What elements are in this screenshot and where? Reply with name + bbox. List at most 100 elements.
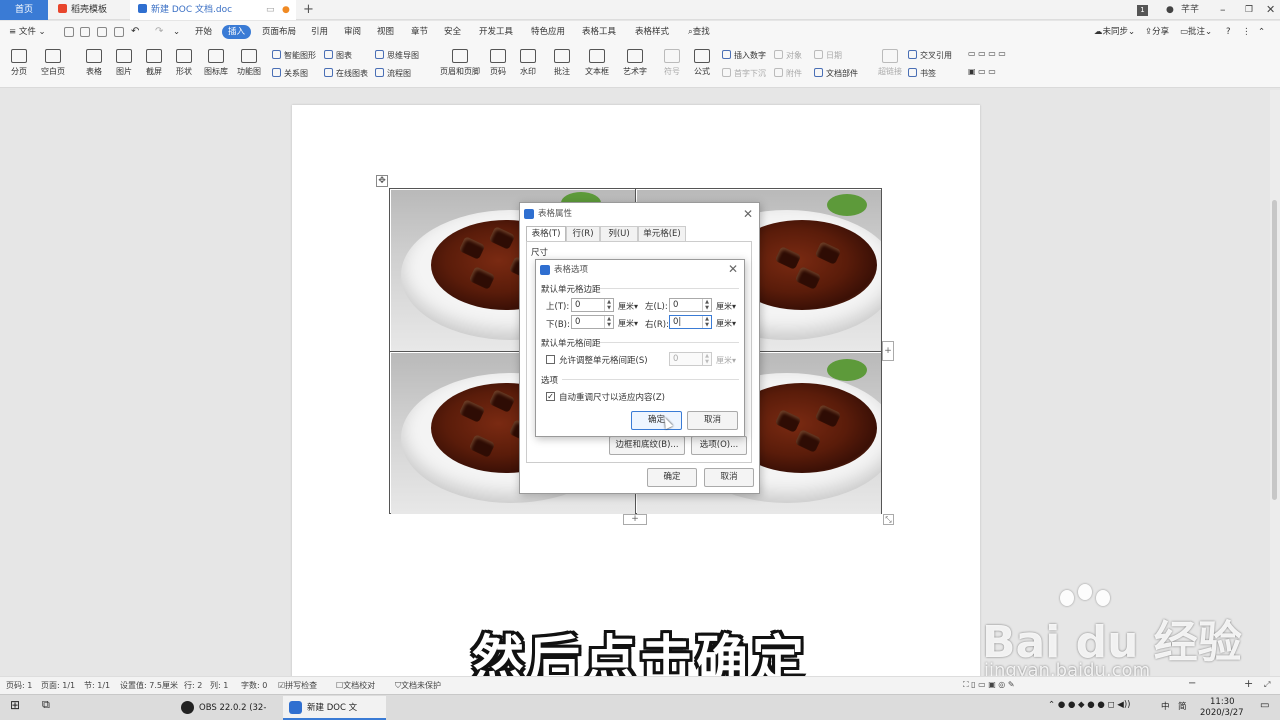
allow-spacing-checkbox[interactable] <box>546 355 555 364</box>
collapse-ribbon-icon[interactable]: ⌃ <box>1258 25 1265 39</box>
new-tab-button[interactable]: + <box>303 0 314 20</box>
restore-icon[interactable]: ❐ <box>1245 0 1253 20</box>
left-margin-input[interactable]: 0 ▲ ▼ <box>669 298 712 312</box>
tab-table[interactable]: 表格(T) <box>526 226 566 242</box>
status-section[interactable]: 节: 1/1 <box>84 680 110 691</box>
spin-arrows-icon[interactable]: ▲ ▼ <box>702 316 711 328</box>
scrollbar-thumb[interactable] <box>1272 200 1277 500</box>
more-icon[interactable]: ⋮ <box>1242 25 1251 39</box>
menu-start[interactable]: 开始 <box>195 25 212 39</box>
menu-table-tools[interactable]: 表格工具 <box>582 25 616 39</box>
tab-column[interactable]: 列(U) <box>600 226 638 242</box>
status-col[interactable]: 列: 1 <box>210 680 228 691</box>
menu-search[interactable]: ⌕查找 <box>688 25 710 39</box>
spacing-input[interactable]: 0 ▲ ▼ <box>669 352 712 366</box>
function-chart-button[interactable]: 功能图 <box>234 49 264 77</box>
tab-template[interactable]: 稻壳模板 <box>50 0 128 20</box>
top-margin-input[interactable]: 0 ▲ ▼ <box>571 298 614 312</box>
flowchart-button[interactable]: 流程图 <box>375 68 411 79</box>
tab-pin-icon[interactable]: ▭ <box>266 0 275 20</box>
table-resize-handle-icon[interactable]: ⤡ <box>883 514 894 525</box>
clock-date[interactable]: 2020/3/27 <box>1200 708 1244 718</box>
picture-button[interactable]: 图片 <box>112 49 136 77</box>
user-name[interactable]: 芊芊 <box>1181 0 1199 20</box>
save-icon[interactable] <box>64 27 74 37</box>
shape-button[interactable]: 形状 <box>172 49 196 77</box>
windows-start-icon[interactable]: ⊞ <box>10 698 20 712</box>
chart-button[interactable]: 图表 <box>324 50 352 61</box>
screenshot-button[interactable]: 截屏 <box>142 49 166 77</box>
notification-badge[interactable]: 1 <box>1137 5 1148 16</box>
blank-page-button[interactable]: 空白页 <box>38 49 68 77</box>
relation-chart-button[interactable]: 关系图 <box>272 68 308 79</box>
help-icon[interactable]: ? <box>1226 25 1231 39</box>
hyperlink-button[interactable]: 超链接 <box>876 49 904 77</box>
comment-menu[interactable]: ▭批注⌄ <box>1180 25 1212 39</box>
status-word-count[interactable]: 字数: 0 <box>241 680 267 691</box>
left-margin-unit[interactable]: 厘米▾ <box>716 301 736 312</box>
header-footer-button[interactable]: 页眉和页脚 <box>438 49 482 77</box>
spell-check[interactable]: ☑拼写检查 <box>278 680 317 691</box>
doc-proofread[interactable]: ☐文档校对 <box>336 680 375 691</box>
sync-status[interactable]: ☁未同步⌄ <box>1094 25 1135 39</box>
print-preview-icon[interactable] <box>114 27 124 37</box>
share-button[interactable]: ⇪分享 <box>1145 25 1169 39</box>
close-icon[interactable]: ✕ <box>1266 0 1275 20</box>
tab-cell[interactable]: 单元格(E) <box>638 226 686 242</box>
view-mode-icons[interactable]: ⛶ ▯ ▭ ▣ ◎ ✎ <box>963 680 1015 690</box>
spin-arrows-icon[interactable]: ▲ ▼ <box>702 353 711 365</box>
online-chart-button[interactable]: 在线图表 <box>324 68 368 79</box>
attachment-button[interactable]: 附件 <box>774 68 802 79</box>
layout-icons-row2[interactable]: ▣ ▭ ▭ <box>968 67 996 76</box>
page-number-button[interactable]: 页码 <box>486 49 510 77</box>
taskbar-obs[interactable]: OBS 22.0.2 (32-bi... <box>175 696 281 720</box>
menu-file[interactable]: ≡ 文件 ⌄ <box>9 25 46 39</box>
clock-time[interactable]: 11:30 <box>1210 697 1235 707</box>
menu-security[interactable]: 安全 <box>444 25 461 39</box>
menu-insert[interactable]: 插入 <box>222 25 252 39</box>
formula-button[interactable]: 公式 <box>690 49 714 77</box>
insert-number-button[interactable]: 插入数字 <box>722 50 766 61</box>
taskbar-wps[interactable]: 新建 DOC 文档.do... <box>283 696 386 720</box>
date-button[interactable]: 日期 <box>814 50 842 61</box>
menu-view[interactable]: 视图 <box>377 25 394 39</box>
options-button[interactable]: 选项(O)... <box>691 436 747 455</box>
fullscreen-icon[interactable]: ⤢ <box>1264 680 1270 690</box>
top-margin-unit[interactable]: 厘米▾ <box>618 301 638 312</box>
options-ok-button[interactable]: 确定 <box>631 411 682 430</box>
tab-row[interactable]: 行(R) <box>566 226 600 242</box>
symbol-button[interactable]: 符号 <box>660 49 684 77</box>
add-row-button[interactable]: + <box>623 514 647 525</box>
borders-shading-button[interactable]: 边框和底纹(B)... <box>609 436 685 455</box>
layout-icons-row1[interactable]: ▭ ▭ ▭ ▭ <box>968 49 1006 58</box>
minimize-icon[interactable]: – <box>1220 0 1226 20</box>
bookmark-button[interactable]: 书签 <box>908 68 936 79</box>
menu-review[interactable]: 审阅 <box>344 25 361 39</box>
spin-arrows-icon[interactable]: ▲ ▼ <box>604 316 613 328</box>
menu-dev-tools[interactable]: 开发工具 <box>479 25 513 39</box>
redo-icon[interactable]: ↷ <box>155 25 163 39</box>
textbox-button[interactable]: 文本框 <box>583 49 611 77</box>
annotation-button[interactable]: 批注 <box>551 49 573 77</box>
spin-arrows-icon[interactable]: ▲ ▼ <box>702 299 711 311</box>
page-break-button[interactable]: 分页 <box>8 49 30 77</box>
menu-features[interactable]: 特色应用 <box>531 25 565 39</box>
cross-reference-button[interactable]: 交叉引用 <box>908 50 952 61</box>
wordart-button[interactable]: 艺术字 <box>620 49 650 77</box>
bottom-margin-input[interactable]: 0 ▲ ▼ <box>571 315 614 329</box>
task-view-icon[interactable]: ⧉ <box>42 698 50 712</box>
notification-center-icon[interactable]: ▭ <box>1260 700 1269 711</box>
close-icon[interactable]: ✕ <box>728 259 738 279</box>
object-button[interactable]: 对象 <box>774 50 802 61</box>
zoom-in-icon[interactable]: + <box>1244 677 1253 690</box>
customize-qat-icon[interactable]: ⌄ <box>173 25 180 39</box>
properties-cancel-button[interactable]: 取消 <box>704 468 754 487</box>
mind-map-button[interactable]: 思维导图 <box>375 50 419 61</box>
options-cancel-button[interactable]: 取消 <box>687 411 738 430</box>
auto-resize-checkbox[interactable]: ✓ <box>546 392 555 401</box>
drop-cap-button[interactable]: 首字下沉 <box>722 68 766 79</box>
table-button[interactable]: 表格 <box>82 49 106 77</box>
menu-table-style[interactable]: 表格样式 <box>635 25 669 39</box>
right-margin-unit[interactable]: 厘米▾ <box>716 318 736 329</box>
table-move-handle-icon[interactable]: ✥ <box>376 175 388 187</box>
